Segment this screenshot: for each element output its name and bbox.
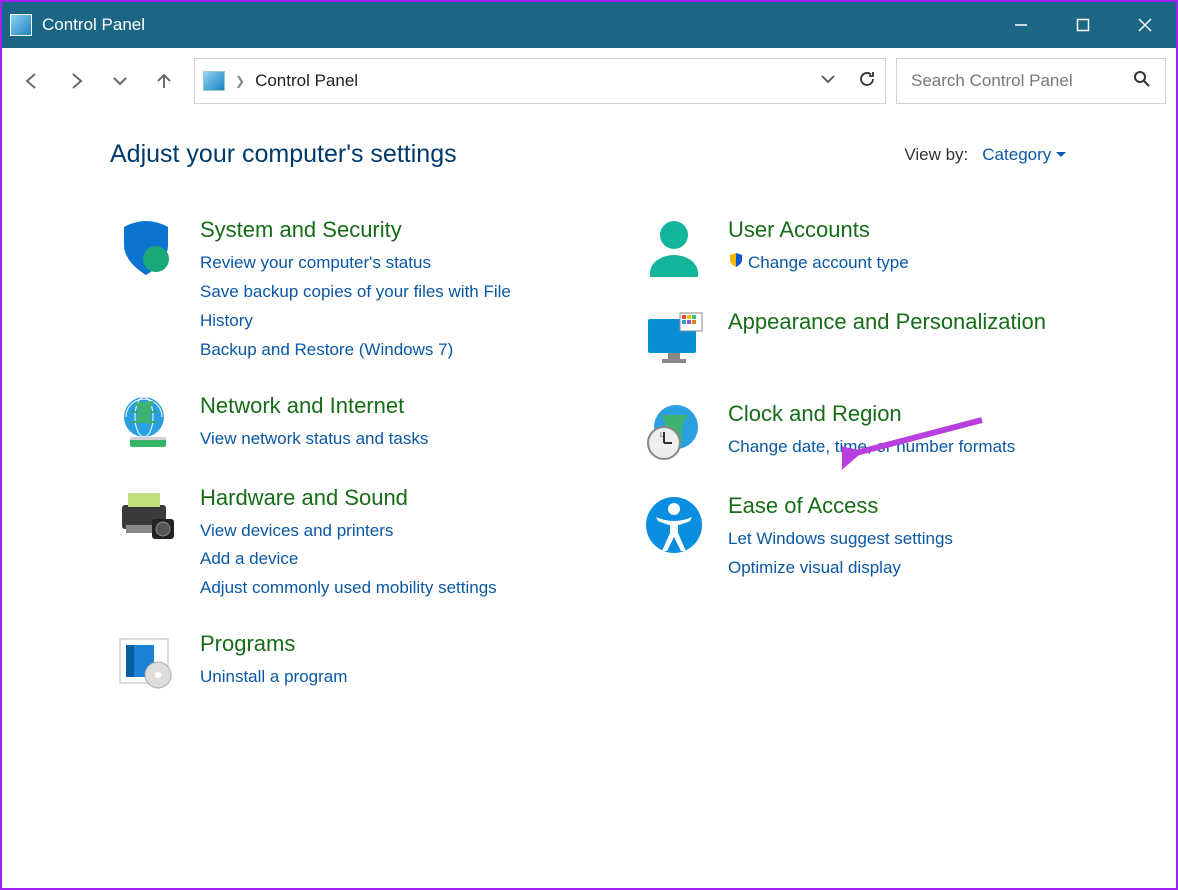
category-network-internet: Network and Internet View network status… [110,393,598,457]
category-link[interactable]: Let Windows suggest settings [728,525,953,554]
category-link[interactable]: Save backup copies of your files with Fi… [200,278,540,336]
category-link[interactable]: Adjust commonly used mobility settings [200,574,497,603]
search-input[interactable]: Search Control Panel [896,58,1166,104]
up-button[interactable] [144,61,184,101]
view-by-value: Category [982,145,1051,164]
category-link[interactable]: Uninstall a program [200,663,347,692]
category-system-security: System and Security Review your computer… [110,217,598,365]
breadcrumb-separator-icon: ❯ [235,74,245,88]
user-icon [638,217,710,281]
back-button[interactable] [12,61,52,101]
category-appearance-personalization: Appearance and Personalization [638,309,1126,373]
category-title[interactable]: Appearance and Personalization [728,309,1046,335]
category-user-accounts: User Accounts Change account type [638,217,1126,281]
search-icon[interactable] [1133,70,1151,93]
toolbar: ❯ Control Panel Search Control Panel [2,52,1176,110]
control-panel-icon [10,14,32,36]
shield-icon [110,217,182,281]
category-title[interactable]: System and Security [200,217,540,243]
category-link[interactable]: View network status and tasks [200,425,428,454]
view-by-control[interactable]: View by: Category [904,145,1066,165]
printer-icon [110,485,182,549]
category-title[interactable]: Hardware and Sound [200,485,497,511]
category-ease-of-access: Ease of Access Let Windows suggest setti… [638,493,1126,583]
category-link[interactable]: Optimize visual display [728,554,953,583]
category-programs: Programs Uninstall a program [110,631,598,695]
minimize-button[interactable] [990,2,1052,48]
programs-icon [110,631,182,695]
category-title[interactable]: User Accounts [728,217,909,243]
clock-globe-icon: L [638,401,710,465]
content-area: Adjust your computer's settings View by:… [2,110,1176,888]
category-hardware-sound: Hardware and Sound View devices and prin… [110,485,598,604]
monitor-icon [638,309,710,373]
view-by-label: View by: [904,145,968,165]
svg-text:L: L [660,432,664,439]
maximize-button[interactable] [1052,2,1114,48]
category-title[interactable]: Network and Internet [200,393,428,419]
chevron-down-icon [1056,151,1066,159]
right-column: User Accounts Change account type Appear… [638,217,1126,723]
category-link[interactable]: Backup and Restore (Windows 7) [200,336,540,365]
titlebar: Control Panel [2,2,1176,48]
category-link[interactable]: Add a device [200,545,497,574]
window-frame: Control Panel ❯ Control Panel Search Con… [0,0,1178,890]
globe-icon [110,393,182,457]
breadcrumb-dropdown-icon[interactable] [819,70,837,93]
category-title[interactable]: Ease of Access [728,493,953,519]
category-title[interactable]: Programs [200,631,347,657]
search-placeholder: Search Control Panel [911,71,1073,91]
breadcrumb[interactable]: Control Panel [255,71,358,91]
close-button[interactable] [1114,2,1176,48]
category-clock-region: L Clock and Region Change date, time, or… [638,401,1126,465]
control-panel-small-icon [203,71,225,91]
category-link[interactable]: Review your computer's status [200,249,540,278]
left-column: System and Security Review your computer… [110,217,598,723]
category-title[interactable]: Clock and Region [728,401,1015,427]
address-bar[interactable]: ❯ Control Panel [194,58,886,104]
category-link[interactable]: Change account type [728,249,909,278]
refresh-button[interactable] [857,69,877,94]
category-link[interactable]: Change date, time, or number formats [728,433,1015,462]
page-title: Adjust your computer's settings [110,140,457,169]
forward-button[interactable] [56,61,96,101]
accessibility-icon [638,493,710,557]
category-link[interactable]: View devices and printers [200,517,497,546]
recent-dropdown[interactable] [100,61,140,101]
uac-shield-icon [728,249,744,278]
window-title: Control Panel [42,15,145,35]
